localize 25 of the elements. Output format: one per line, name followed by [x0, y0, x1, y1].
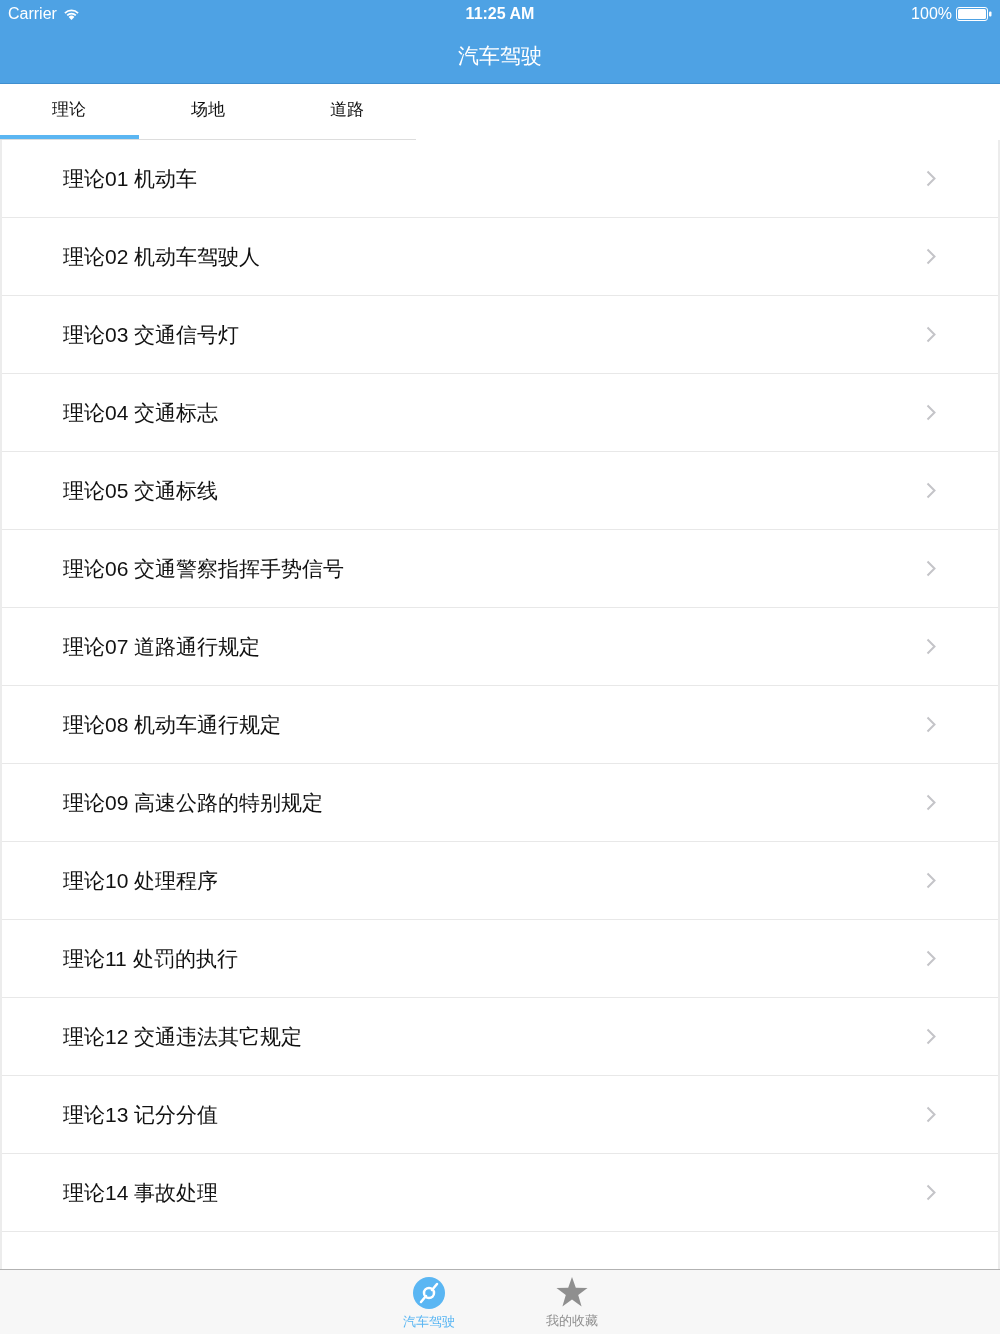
tab[interactable]: 场地: [138, 84, 278, 139]
chevron-right-icon: [926, 716, 936, 733]
wifi-icon: [62, 8, 80, 20]
status-time: 11:25 AM: [465, 4, 535, 24]
chevron-right-icon: [926, 404, 936, 421]
carrier-label: Carrier: [8, 4, 57, 24]
chevron-right-icon: [926, 560, 936, 577]
tab[interactable]: 理论: [0, 84, 139, 139]
star-icon: [555, 1277, 588, 1308]
chevron-right-icon: [926, 170, 936, 187]
chevron-right-icon: [926, 248, 936, 265]
chevron-right-icon: [926, 794, 936, 811]
chevron-right-icon: [926, 872, 936, 889]
chevron-right-icon: [926, 1028, 936, 1045]
chevron-right-icon: [926, 638, 936, 655]
chevron-right-icon: [926, 326, 936, 343]
window-title: 汽车驾驶: [458, 42, 542, 69]
disc-icon: [412, 1277, 445, 1309]
chevron-right-icon: [926, 1184, 936, 1201]
battery-percent: 100%: [911, 4, 952, 24]
battery-icon: [956, 7, 992, 21]
chevron-right-icon: [926, 482, 936, 499]
chevron-right-icon: [926, 1106, 936, 1123]
chevron-right-icon: [926, 950, 936, 967]
tab[interactable]: 道路: [277, 84, 416, 139]
